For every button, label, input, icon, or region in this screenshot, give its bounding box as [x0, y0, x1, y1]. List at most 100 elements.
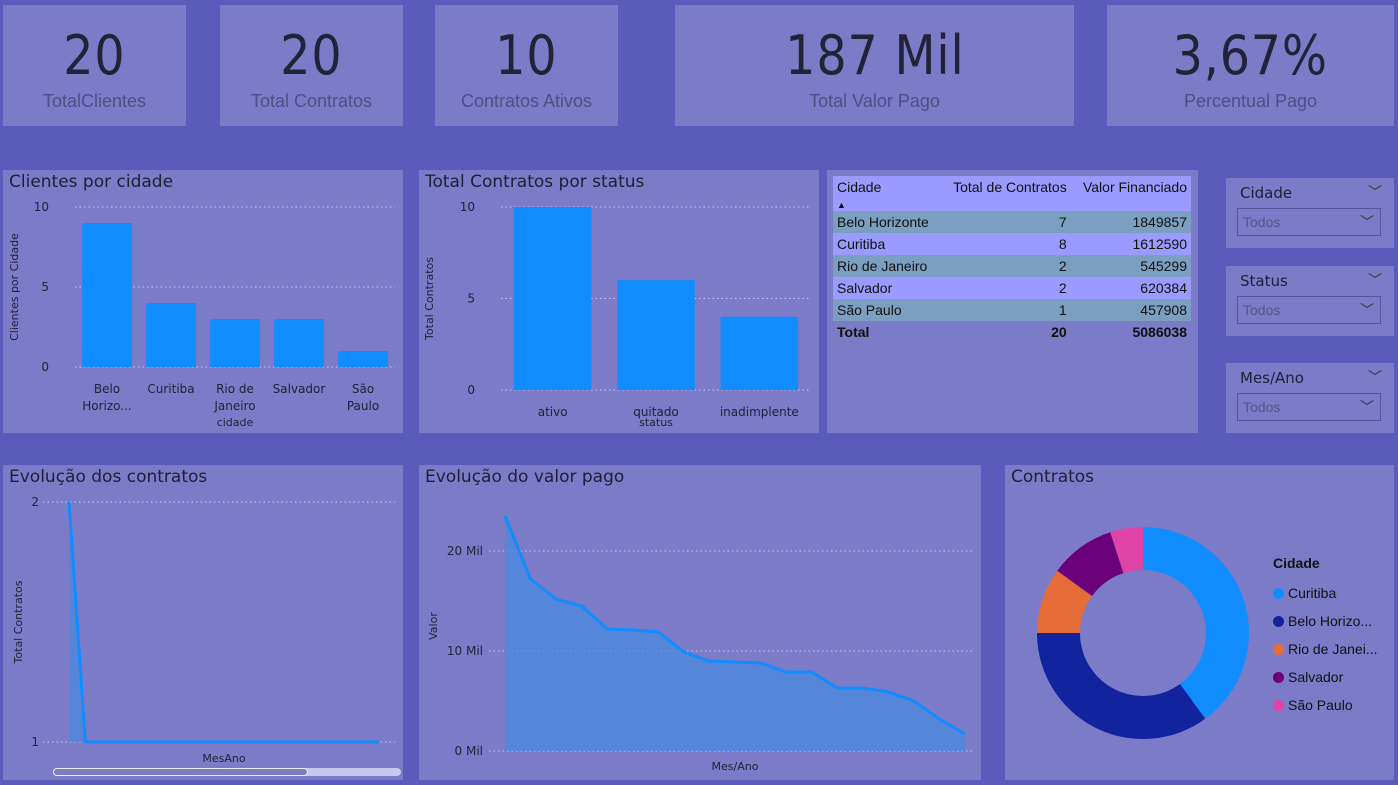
legend-label: Salvador	[1288, 669, 1344, 685]
x-tick-label: Salvador	[273, 382, 326, 396]
slicer-value: Todos	[1243, 399, 1281, 415]
y-axis-title: Total Contratos	[12, 580, 25, 664]
legend-item[interactable]: Rio de Janei...	[1273, 635, 1378, 663]
chevron-down-icon[interactable]: ﹀	[1368, 182, 1382, 202]
y-axis-title: Total Contratos	[423, 257, 436, 341]
y-tick-label: 0	[467, 383, 475, 397]
cell-total: 1	[940, 299, 1071, 321]
legend-dot-icon	[1273, 643, 1284, 655]
table-row[interactable]: Rio de Janeiro 2 545299	[833, 255, 1191, 277]
kpi-label: Total Valor Pago	[809, 91, 940, 111]
kpi-value: 10	[495, 24, 558, 87]
cell-cidade: Rio de Janeiro	[833, 255, 941, 277]
legend-item[interactable]: Curitiba	[1273, 579, 1378, 607]
slicer-cidade[interactable]: Cidade ﹀ Todos ﹀	[1226, 178, 1394, 248]
slicer-title: Mes/Ano	[1240, 369, 1304, 387]
slicer-dropdown[interactable]: Todos ﹀	[1237, 296, 1381, 324]
y-tick-label: 0	[41, 360, 49, 374]
area-fill	[505, 516, 965, 751]
cell-total: 2	[940, 255, 1071, 277]
slicer-value: Todos	[1243, 214, 1281, 230]
bar	[274, 319, 324, 367]
cell-valor: 457908	[1070, 299, 1191, 321]
table-total-row: Total 20 5086038	[833, 321, 1191, 343]
x-tick-label: Curitiba	[147, 382, 194, 396]
legend-label: Curitiba	[1288, 585, 1337, 601]
legend-dot-icon	[1273, 587, 1284, 599]
kpi-card-total-contratos: 20 Total Contratos	[220, 5, 403, 126]
contratos-donut-chart[interactable]: Contratos Cidade Curitiba Belo Horizo... R…	[1005, 465, 1394, 780]
donut-slice	[1143, 527, 1249, 719]
cell-valor: 620384	[1070, 277, 1191, 299]
bar	[617, 280, 695, 390]
bar	[513, 207, 592, 390]
chevron-down-icon[interactable]: ﹀	[1360, 300, 1374, 320]
x-axis-title: MesAno	[202, 752, 245, 765]
table-row[interactable]: Curitiba 8 1612590	[833, 233, 1191, 255]
slicer-title: Cidade	[1240, 184, 1293, 202]
column-header-total-contratos[interactable]: Total de Contratos	[940, 176, 1071, 211]
clientes-por-cidade-svg: 0 5 10 Belo Horizo... Curitiba Rio de Janeiro Sa…	[8, 200, 395, 429]
legend-item[interactable]: Salvador	[1273, 663, 1378, 691]
slicer-status[interactable]: Status ﹀ Todos ﹀	[1226, 266, 1394, 336]
chevron-down-icon[interactable]: ﹀	[1360, 397, 1374, 417]
legend-item[interactable]: São Paulo	[1273, 691, 1378, 719]
y-tick-label: 2	[31, 495, 39, 509]
legend-label: Belo Horizo...	[1288, 613, 1373, 629]
kpi-value: 3,67%	[1172, 24, 1329, 87]
y-tick-label: 10 Mil	[447, 644, 483, 658]
y-axis-title: Valor	[427, 612, 440, 640]
chevron-down-icon[interactable]: ﹀	[1368, 367, 1382, 387]
cell-valor: 545299	[1070, 255, 1191, 277]
legend-item[interactable]: Belo Horizo...	[1273, 607, 1378, 635]
y-tick-label: 10	[34, 200, 49, 214]
cidade-matrix-panel: Cidade ▲ Total de Contratos Valor Financ…	[827, 170, 1198, 433]
bar	[210, 319, 260, 367]
x-axis-title: Mes/Ano	[712, 760, 759, 773]
x-axis-title: status	[639, 416, 673, 429]
column-header-cidade[interactable]: Cidade ▲	[833, 176, 941, 211]
chevron-down-icon[interactable]: ﹀	[1368, 270, 1382, 290]
kpi-card-total-clientes: 20 TotalClientes	[3, 5, 186, 126]
bar	[338, 351, 388, 367]
x-tick-label: inadimplente	[720, 405, 799, 419]
slicer-dropdown[interactable]: Todos ﹀	[1237, 208, 1381, 236]
cell-cidade: Salvador	[833, 277, 941, 299]
table-row[interactable]: Salvador 2 620384	[833, 277, 1191, 299]
contratos-por-status-chart[interactable]: Total Contratos por status 0 5 10 ativo quit…	[419, 170, 819, 433]
kpi-value: 187 Mil	[784, 24, 965, 87]
cell-total-label: Total	[837, 324, 870, 340]
column-header-valor-financiado[interactable]: Valor Financiado	[1070, 176, 1191, 211]
legend-label: Rio de Janei...	[1288, 641, 1378, 657]
y-tick-label: 1	[31, 735, 39, 749]
legend-dot-icon	[1273, 671, 1284, 683]
x-tick-label: Rio de Janeiro	[213, 382, 255, 413]
cell-total: 7	[940, 211, 1071, 233]
slicer-mes-ano[interactable]: Mes/Ano ﹀ Todos ﹀	[1226, 363, 1394, 433]
x-tick-label: ativo	[538, 405, 568, 419]
clientes-por-cidade-chart[interactable]: Clientes por cidade 0 5 10 Belo Horizo... Cur…	[3, 170, 403, 433]
chevron-down-icon[interactable]: ﹀	[1360, 212, 1374, 232]
sort-asc-icon[interactable]: ▲	[837, 200, 846, 210]
kpi-card-contratos-ativos: 10 Contratos Ativos	[435, 5, 618, 126]
scrollbar-thumb[interactable]	[53, 768, 308, 776]
cell-cidade: São Paulo	[833, 299, 941, 321]
kpi-label: TotalClientes	[42, 91, 147, 111]
table-row[interactable]: São Paulo 1 457908	[833, 299, 1191, 321]
cell-total-contratos: 20	[1051, 324, 1067, 340]
slicer-dropdown[interactable]: Todos ﹀	[1237, 393, 1381, 421]
header-label: Cidade	[837, 179, 882, 195]
y-tick-label: 5	[467, 292, 475, 306]
kpi-label: Total Contratos	[250, 91, 373, 111]
table-header-row: Cidade ▲ Total de Contratos Valor Financ…	[833, 176, 1191, 211]
evolucao-contratos-svg: 1 2 MesAno Total Contratos	[12, 495, 395, 765]
table-row[interactable]: Belo Horizonte 7 1849857	[833, 211, 1191, 233]
legend-dot-icon	[1273, 699, 1284, 711]
area-fill	[69, 502, 379, 742]
y-tick-label: 10	[460, 200, 475, 214]
evolucao-valor-chart[interactable]: Evolução do valor pago 0 Mil 10 Mil 20 Mil…	[419, 465, 981, 780]
horizontal-scrollbar[interactable]	[53, 768, 401, 776]
evolucao-contratos-chart[interactable]: Evolução dos contratos 1 2 MesAno Total Con…	[3, 465, 403, 780]
cidade-matrix-table[interactable]: Cidade ▲ Total de Contratos Valor Financ…	[833, 176, 1191, 343]
legend-title: Cidade	[1273, 555, 1320, 571]
